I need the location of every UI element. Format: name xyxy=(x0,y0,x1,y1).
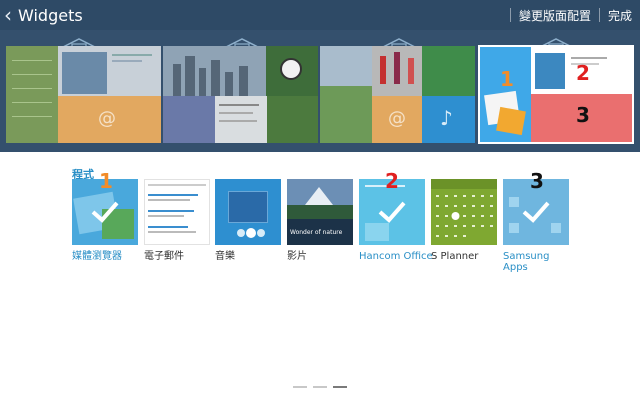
app-label: 音樂 xyxy=(215,251,235,262)
top-bar: ‹ Widgets 變更版面配置 完成 xyxy=(0,0,640,30)
page-indicator-active[interactable] xyxy=(333,386,347,388)
page-title: Widgets xyxy=(18,5,83,25)
calendar-grid xyxy=(436,195,493,237)
checkmark-icon xyxy=(378,201,406,223)
gallery-widget xyxy=(163,46,266,96)
app-label: 影片 xyxy=(287,251,307,262)
home-pages-preview: @ @ ♪ 1 2 3 xyxy=(0,30,640,152)
media-browser-widget xyxy=(480,47,531,142)
app-label: 媒體瀏覽器 xyxy=(72,251,122,262)
email-widget: @ xyxy=(372,96,422,143)
badge-number: 3 xyxy=(576,103,590,127)
app-label: 電子郵件 xyxy=(144,251,184,262)
app-s-planner[interactable]: S Planner xyxy=(431,179,497,262)
app-thumbnail[interactable] xyxy=(144,179,210,245)
app-media-browser[interactable]: 1 媒體瀏覽器 xyxy=(72,169,138,262)
video-caption: Wonder of nature xyxy=(290,229,343,236)
app-hancom-office[interactable]: 2 Hancom Office xyxy=(359,169,433,262)
home-page-1[interactable]: @ xyxy=(6,46,161,143)
page-indicator[interactable] xyxy=(313,386,327,388)
home-page-3[interactable]: @ ♪ xyxy=(320,46,475,143)
header-actions: 變更版面配置 完成 xyxy=(509,0,640,30)
badge-number: 3 xyxy=(530,169,544,193)
badge-number: 2 xyxy=(576,61,590,85)
media-widget xyxy=(58,46,161,96)
app-label: S Planner xyxy=(431,251,479,262)
email-widget: @ xyxy=(58,96,161,143)
email-list-widget xyxy=(215,96,267,143)
widgets-screen: ‹ Widgets 變更版面配置 完成 @ @ ♪ 1 2 3 程式 1 媒體瀏… xyxy=(0,0,640,400)
checkmark-icon xyxy=(91,201,119,223)
badge-number: 1 xyxy=(500,67,514,91)
photo-widget xyxy=(372,46,422,96)
checkmark-icon xyxy=(522,201,550,223)
photo-widget xyxy=(320,46,372,143)
app-thumbnail[interactable]: Wonder of nature xyxy=(287,179,353,245)
calendar-widget xyxy=(6,46,58,143)
app-music[interactable]: 音樂 xyxy=(215,179,281,262)
app-thumbnail[interactable] xyxy=(215,179,281,245)
chevron-left-icon: ‹ xyxy=(4,3,12,27)
app-samsung-apps[interactable]: 3 Samsung Apps xyxy=(503,169,569,273)
at-sign-icon: @ xyxy=(388,108,406,129)
back-button[interactable]: ‹ Widgets xyxy=(0,0,83,30)
app-email[interactable]: 電子郵件 xyxy=(144,179,210,262)
video-widget xyxy=(267,96,318,143)
home-page-2[interactable] xyxy=(163,46,318,143)
at-sign-icon: @ xyxy=(98,108,116,129)
pattern-widget xyxy=(163,96,215,143)
photo-widget xyxy=(266,46,318,96)
app-video[interactable]: Wonder of nature 影片 xyxy=(287,179,353,262)
change-layout-button[interactable]: 變更版面配置 xyxy=(511,7,599,24)
home-page-4-selected[interactable]: 1 2 3 xyxy=(478,45,634,144)
badge-number: 2 xyxy=(385,169,399,193)
page-indicator[interactable] xyxy=(293,386,307,388)
done-button[interactable]: 完成 xyxy=(600,7,640,24)
calendar-widget xyxy=(422,46,475,96)
app-label: Samsung Apps xyxy=(503,251,550,273)
app-thumbnail[interactable] xyxy=(431,179,497,245)
badge-number: 1 xyxy=(99,169,113,193)
app-label: Hancom Office xyxy=(359,251,433,262)
music-widget: ♪ xyxy=(422,96,475,143)
music-note-icon: ♪ xyxy=(440,106,453,130)
